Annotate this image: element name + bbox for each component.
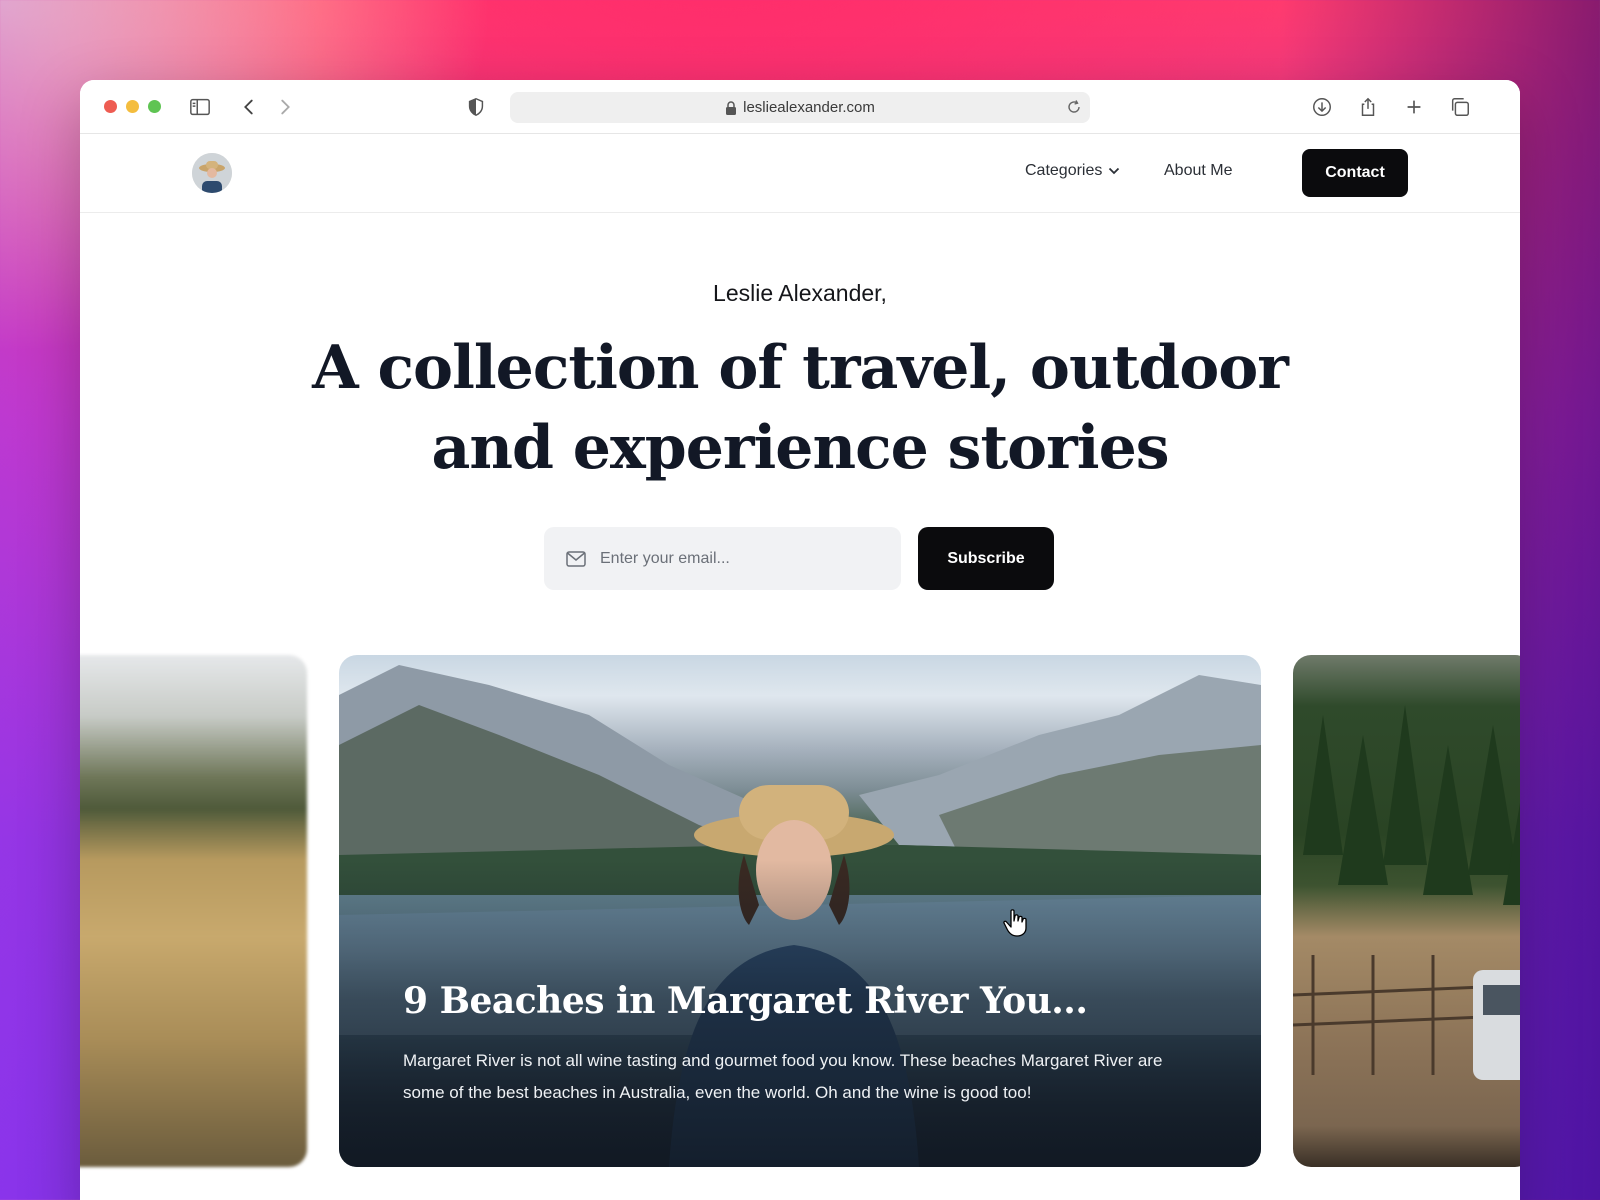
categories-menu[interactable]: Categories (1025, 162, 1120, 180)
browser-toolbar: lesliealexander.com (80, 80, 1520, 134)
share-icon[interactable] (1356, 95, 1380, 119)
reload-icon[interactable] (1066, 99, 1082, 115)
email-field[interactable] (544, 527, 901, 590)
download-icon[interactable] (1310, 95, 1334, 119)
card-title[interactable]: 9 Beaches in Margaret River You... (403, 980, 1088, 1022)
hero-title: A collection of travel, outdoor and expe… (312, 333, 1289, 483)
shield-icon[interactable] (464, 95, 488, 119)
about-label: About Me (1164, 162, 1233, 179)
maximize-window-button[interactable] (148, 100, 161, 113)
minimize-window-button[interactable] (126, 100, 139, 113)
chevron-left-icon[interactable] (237, 95, 261, 119)
about-link[interactable]: About Me (1164, 162, 1232, 180)
categories-label: Categories (1025, 162, 1103, 179)
contact-button[interactable]: Contact (1302, 149, 1408, 197)
next-story-card[interactable] (1293, 655, 1520, 1167)
site-navbar: Categories About Me Contact (80, 134, 1520, 213)
lock-icon (726, 100, 737, 115)
browser-window: lesliealexander.com Categories About Me … (80, 80, 1520, 1200)
chevron-right-icon[interactable] (273, 95, 297, 119)
plus-icon[interactable] (1402, 95, 1426, 119)
address-bar[interactable]: lesliealexander.com (510, 92, 1090, 123)
chevron-down-icon (1109, 167, 1120, 175)
avatar[interactable] (192, 153, 232, 193)
previous-story-card[interactable] (80, 655, 307, 1167)
subscribe-button[interactable]: Subscribe (918, 527, 1054, 590)
tabs-icon[interactable] (1448, 95, 1472, 119)
mail-icon (566, 550, 586, 567)
hand-cursor-icon (1003, 909, 1027, 937)
card-excerpt: Margaret River is not all wine tasting a… (403, 1051, 1163, 1102)
featured-story-card[interactable]: 9 Beaches in Margaret River You... Marga… (339, 655, 1261, 1167)
sidebar-icon[interactable] (188, 95, 212, 119)
email-input[interactable] (600, 549, 860, 568)
next-story-image (1293, 705, 1520, 1080)
hero-kicker: Leslie Alexander, (713, 280, 887, 306)
address-url: lesliealexander.com (743, 99, 875, 116)
close-window-button[interactable] (104, 100, 117, 113)
